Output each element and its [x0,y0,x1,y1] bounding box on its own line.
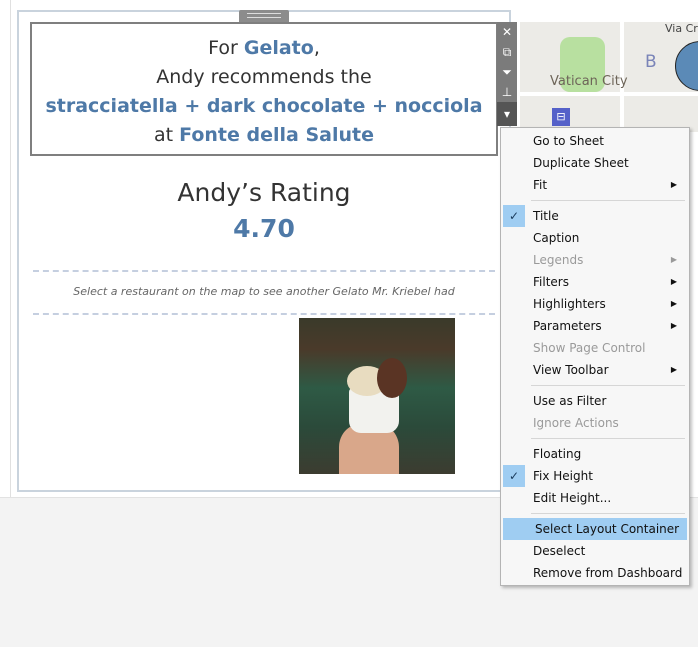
submenu-arrow-icon: ▶ [670,277,677,286]
more-options-dropdown-icon[interactable]: ▾ [497,102,517,126]
map-label: Via Cr [665,22,698,35]
header-text: , [313,37,320,59]
checkmark-icon: ✓ [503,465,525,487]
menu-item-label: Deselect [533,544,586,558]
menu-item-label: Show Page Control [533,341,646,355]
menu-item-label: Parameters [533,319,602,333]
menu-item-fit[interactable]: Fit ▶ [501,174,689,196]
menu-item-show-page-control: Show Page Control [501,337,689,359]
menu-item-edit-height[interactable]: Edit Height... [501,487,689,509]
restaurant-marker[interactable] [675,41,698,91]
menu-item-label: Title [533,209,559,223]
menu-item-ignore-actions: Ignore Actions [501,412,689,434]
header-text: Andy recommends the [156,66,372,88]
menu-separator [531,385,685,386]
menu-item-label: View Toolbar [533,363,609,377]
menu-item-view-toolbar[interactable]: View Toolbar ▶ [501,359,689,381]
menu-item-fix-height[interactable]: ✓ Fix Height [501,465,689,487]
close-icon[interactable]: ✕ [497,22,517,42]
filter-icon[interactable]: ⏷ [497,62,517,82]
menu-item-title[interactable]: ✓ Title [501,205,689,227]
move-handle[interactable] [239,10,289,22]
divider [33,270,495,272]
menu-item-deselect[interactable]: Deselect [501,540,689,562]
menu-separator [531,513,685,514]
menu-item-label: Ignore Actions [533,416,619,430]
menu-item-label: Floating [533,447,582,461]
rating-title: Andy’s Rating [177,178,351,207]
menu-separator [531,200,685,201]
menu-item-go-to-sheet[interactable]: Go to Sheet [501,130,689,152]
menu-item-label: Fit [533,178,548,192]
pin-icon[interactable]: ⊥ [497,82,517,102]
menu-item-label: Select Layout Container [535,522,680,536]
menu-item-parameters[interactable]: Parameters ▶ [501,315,689,337]
menu-item-label: Use as Filter [533,394,607,408]
train-station-icon: ⊟ [552,108,570,126]
submenu-arrow-icon: ▶ [670,299,677,308]
map-label: Vatican City [550,74,628,89]
menu-item-label: Caption [533,231,580,245]
submenu-arrow-icon: ▶ [670,321,677,330]
menu-separator [531,438,685,439]
zone-toolbar: ✕ ⧉ ⏷ ⊥ ▾ [497,22,517,126]
map-label: B [645,52,657,72]
menu-item-select-layout-container[interactable]: Select Layout Container [503,518,687,540]
menu-item-highlighters[interactable]: Highlighters ▶ [501,293,689,315]
menu-item-floating[interactable]: Floating [501,443,689,465]
menu-item-use-as-filter[interactable]: Use as Filter [501,390,689,412]
left-rule [10,0,11,497]
menu-item-label: Filters [533,275,569,289]
rating-value: 4.70 [233,214,295,243]
menu-item-label: Edit Height... [533,491,612,505]
gelato-photo [299,318,455,474]
menu-item-duplicate-sheet[interactable]: Duplicate Sheet [501,152,689,174]
header-text: For [208,37,244,59]
hint-text: Select a restaurant on the map to see an… [73,285,455,298]
menu-item-label: Duplicate Sheet [533,156,629,170]
menu-item-remove-from-dashboard[interactable]: Remove from Dashboard [501,562,689,584]
submenu-arrow-icon: ▶ [670,365,677,374]
menu-item-label: Fix Height [533,469,593,483]
header-text: at [154,124,180,146]
menu-item-label: Go to Sheet [533,134,605,148]
menu-item-label: Remove from Dashboard [533,566,683,580]
menu-item-filters[interactable]: Filters ▶ [501,271,689,293]
submenu-arrow-icon: ▶ [670,255,677,264]
submenu-arrow-icon: ▶ [670,180,677,189]
menu-item-label: Legends [533,253,584,267]
restaurant-name: Fonte della Salute [179,124,374,146]
map[interactable]: Vatican City Via Cr B ⊟ [520,22,698,132]
divider [33,313,495,315]
open-external-icon[interactable]: ⧉ [497,42,517,62]
context-menu: Go to Sheet Duplicate Sheet Fit ▶ ✓ Title Capt… [500,127,690,586]
flavors: stracciatella + dark chocolate + nocciol… [45,95,483,117]
menu-item-caption[interactable]: Caption [501,227,689,249]
checkmark-icon: ✓ [503,205,525,227]
category-name: Gelato [243,37,314,59]
recommendation-header[interactable]: For Gelato, Andy recommends the straccia… [30,22,498,156]
menu-item-label: Highlighters [533,297,606,311]
menu-item-legends: Legends ▶ [501,249,689,271]
